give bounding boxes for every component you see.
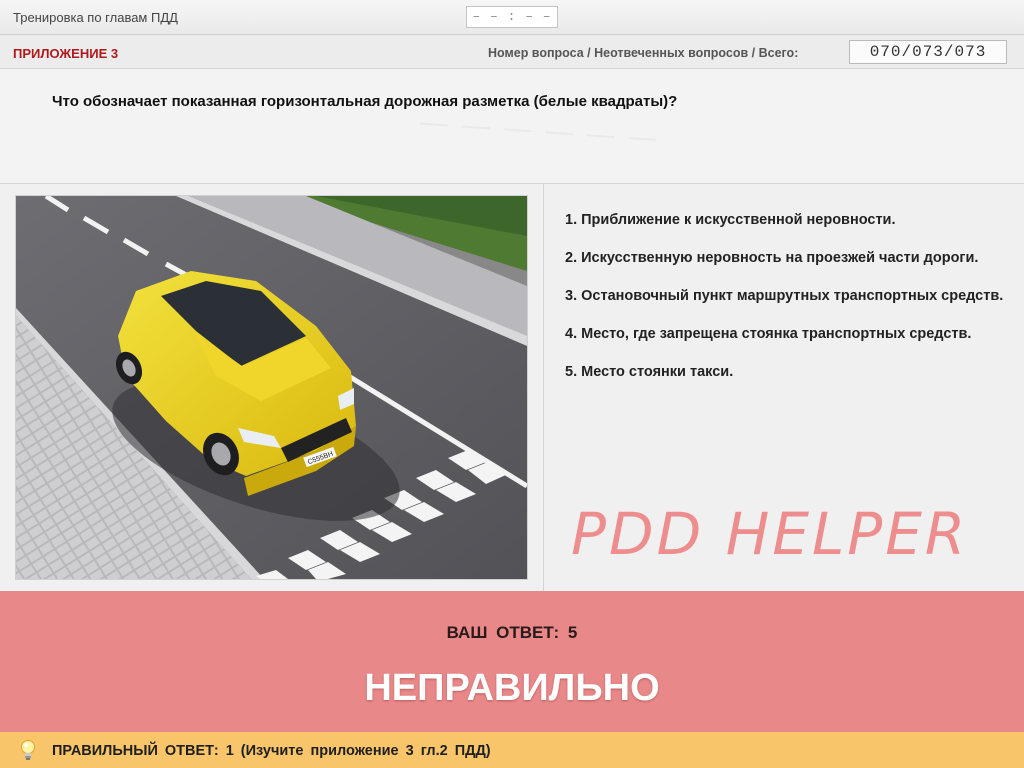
answer-option-4[interactable]: 4. Место, где запрещена стоянка транспор… [565,325,1005,344]
background-ghost-text: — — — — — — [419,105,661,154]
answer-option-5[interactable]: 5. Место стоянки такси. [565,363,1005,382]
content-area: С555ВН 1. Приближение к искусственной не… [0,184,1024,591]
answer-option-1[interactable]: 1. Приближение к искусственной неровност… [565,211,1005,230]
result-panel: ВАШ ОТВЕТ: 5 НЕПРАВИЛЬНО [0,591,1024,732]
correct-answer-bar: ПРАВИЛЬНЫЙ ОТВЕТ: 1 (Изучите приложение … [0,732,1024,768]
app-title: Тренировка по главам ПДД [13,10,178,25]
question-counter: 070/073/073 [849,40,1007,64]
answer-option-3[interactable]: 3. Остановочный пункт маршрутных транспо… [565,287,1005,306]
verdict-text: НЕПРАВИЛЬНО [364,667,660,709]
question-text: Что обозначает показанная горизонтальная… [52,93,678,110]
correct-answer-text: ПРАВИЛЬНЫЙ ОТВЕТ: 1 (Изучите приложение … [52,743,491,759]
question-panel: — — — — — — Что обозначает показанная го… [0,69,1024,184]
content-divider [543,184,544,591]
answer-option-2[interactable]: 2. Искусственную неровность на проезжей … [565,249,1005,268]
question-counter-label: Номер вопроса / Неотвеченных вопросов / … [488,46,799,60]
answer-list: 1. Приближение к искусственной неровност… [565,211,1005,401]
appendix-link[interactable]: ПРИЛОЖЕНИЕ 3 [13,46,118,61]
timer-display: – – : – – [466,6,558,28]
info-bar: ПРИЛОЖЕНИЕ 3 Номер вопроса / Неотвеченны… [0,35,1024,69]
question-illustration: С555ВН [15,195,528,580]
watermark: PDD HELPER [571,500,969,568]
title-bar: Тренировка по главам ПДД – – : – – [0,0,1024,35]
lightbulb-icon [21,740,35,760]
your-answer-text: ВАШ ОТВЕТ: 5 [446,623,578,642]
